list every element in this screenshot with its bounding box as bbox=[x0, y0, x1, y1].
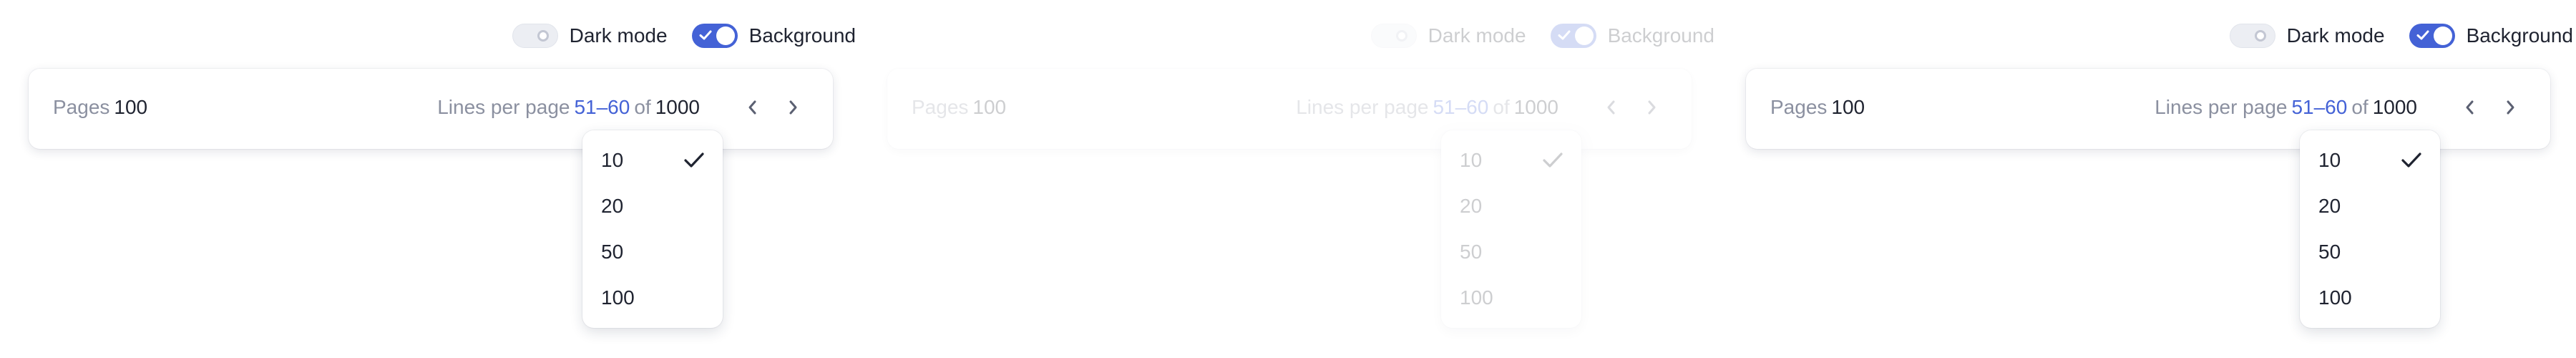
toggle-knob bbox=[2433, 26, 2452, 45]
dark-mode-toggle-group[interactable]: Dark mode bbox=[1370, 24, 1526, 48]
dropdown-option[interactable]: 50 bbox=[2300, 229, 2440, 275]
pages-count: Pages 100 bbox=[1770, 96, 1865, 119]
option-label: 10 bbox=[1460, 149, 1483, 171]
page-range: 51–60 bbox=[574, 96, 630, 118]
chevron-left-icon bbox=[2466, 100, 2474, 115]
option-label: 50 bbox=[601, 241, 624, 263]
dropdown-option[interactable]: 10 bbox=[582, 137, 723, 183]
dark-mode-label: Dark mode bbox=[569, 24, 668, 47]
dropdown-option[interactable]: 10 bbox=[1441, 137, 1581, 183]
option-label: 10 bbox=[2318, 149, 2341, 171]
pages-label: Pages bbox=[53, 96, 110, 118]
dark-mode-toggle-group[interactable]: Dark mode bbox=[512, 24, 668, 48]
pages-value: 100 bbox=[972, 96, 1007, 118]
dark-mode-toggle[interactable] bbox=[1370, 24, 1417, 48]
previous-page-button[interactable] bbox=[2456, 92, 2484, 123]
chevron-right-icon bbox=[789, 100, 797, 115]
dropdown-option[interactable]: 50 bbox=[1441, 229, 1581, 275]
check-icon bbox=[1558, 30, 1571, 40]
option-label: 50 bbox=[2318, 241, 2341, 263]
dropdown-option[interactable]: 100 bbox=[1441, 275, 1581, 321]
toolbar: Dark mode Background bbox=[1347, 23, 1714, 49]
total-count: 1000 bbox=[655, 96, 700, 118]
next-page-button[interactable] bbox=[1637, 92, 1666, 123]
dropdown-option[interactable]: 10 bbox=[2300, 137, 2440, 183]
background-toggle[interactable] bbox=[2409, 24, 2455, 48]
page-range: 51–60 bbox=[2291, 96, 2348, 118]
page-range: 51–60 bbox=[1433, 96, 1489, 118]
toggle-knob bbox=[2254, 30, 2266, 42]
total-count: 1000 bbox=[2372, 96, 2417, 118]
lines-per-page-dropdown: 10 20 50 100 bbox=[1441, 130, 1581, 328]
option-label: 20 bbox=[2318, 195, 2341, 217]
check-icon bbox=[1543, 153, 1563, 168]
pages-count: Pages 100 bbox=[912, 96, 1006, 119]
option-label: 50 bbox=[1460, 241, 1483, 263]
toggle-knob bbox=[1395, 30, 1407, 42]
background-toggle-group[interactable]: Background bbox=[2409, 24, 2573, 48]
dark-mode-label: Dark mode bbox=[2286, 24, 2385, 47]
toggle-knob bbox=[1574, 26, 1594, 45]
pages-label: Pages bbox=[912, 96, 969, 118]
dropdown-option[interactable]: 20 bbox=[2300, 183, 2440, 229]
toggle-knob bbox=[716, 26, 735, 45]
of-label: of bbox=[634, 96, 651, 118]
pages-value: 100 bbox=[114, 96, 148, 118]
pagination-demo-light-copy: Dark mode Background Pages 100 Lines per … bbox=[1717, 0, 2576, 358]
background-label: Background bbox=[1607, 24, 1714, 47]
dropdown-option[interactable]: 100 bbox=[2300, 275, 2440, 321]
check-icon bbox=[684, 153, 704, 168]
dropdown-option[interactable]: 20 bbox=[1441, 183, 1581, 229]
option-label: 10 bbox=[601, 149, 624, 171]
dropdown-option[interactable]: 50 bbox=[582, 229, 723, 275]
toolbar: Dark mode Background bbox=[488, 23, 856, 49]
next-page-button[interactable] bbox=[2496, 92, 2524, 123]
of-label: of bbox=[1493, 96, 1510, 118]
chevron-left-icon bbox=[1607, 100, 1615, 115]
next-page-button[interactable] bbox=[779, 92, 807, 123]
lines-per-page[interactable]: Lines per page 51–60 of 1000 bbox=[437, 96, 700, 119]
check-icon bbox=[2401, 153, 2421, 168]
lines-per-page-label: Lines per page bbox=[437, 96, 570, 118]
pages-label: Pages bbox=[1770, 96, 1828, 118]
background-label: Background bbox=[748, 24, 856, 47]
background-toggle[interactable] bbox=[691, 24, 738, 48]
chevron-right-icon bbox=[1648, 100, 1656, 115]
of-label: of bbox=[2351, 96, 2368, 118]
toggle-knob bbox=[537, 30, 549, 42]
pagination-demo-light: Dark mode Background Pages 100 Lines per … bbox=[0, 0, 859, 358]
lines-per-page[interactable]: Lines per page 51–60 of 1000 bbox=[1296, 96, 1558, 119]
dark-mode-label: Dark mode bbox=[1428, 24, 1526, 47]
total-count: 1000 bbox=[1513, 96, 1558, 118]
previous-page-button[interactable] bbox=[1597, 92, 1626, 123]
option-label: 100 bbox=[601, 286, 635, 309]
option-label: 20 bbox=[1460, 195, 1483, 217]
pagination-demo-faded: Dark mode Background Pages 100 Lines per … bbox=[859, 0, 1717, 358]
dark-mode-toggle[interactable] bbox=[512, 24, 558, 48]
toolbar: Dark mode Background bbox=[2205, 23, 2573, 49]
dropdown-option[interactable]: 20 bbox=[582, 183, 723, 229]
previous-page-button[interactable] bbox=[738, 92, 767, 123]
lines-per-page-label: Lines per page bbox=[1296, 96, 1429, 118]
pages-count: Pages 100 bbox=[53, 96, 147, 119]
background-label: Background bbox=[2466, 24, 2573, 47]
lines-per-page-dropdown: 10 20 50 100 bbox=[582, 130, 723, 328]
dropdown-option[interactable]: 100 bbox=[582, 275, 723, 321]
lines-per-page-dropdown: 10 20 50 100 bbox=[2300, 130, 2440, 328]
dark-mode-toggle-group[interactable]: Dark mode bbox=[2229, 24, 2385, 48]
chevron-right-icon bbox=[2507, 100, 2514, 115]
check-icon bbox=[699, 30, 712, 40]
option-label: 20 bbox=[601, 195, 624, 217]
chevron-left-icon bbox=[748, 100, 756, 115]
option-label: 100 bbox=[1460, 286, 1493, 309]
pages-value: 100 bbox=[1831, 96, 1865, 118]
lines-per-page-label: Lines per page bbox=[2155, 96, 2288, 118]
option-label: 100 bbox=[2318, 286, 2352, 309]
background-toggle-group[interactable]: Background bbox=[1550, 24, 1714, 48]
background-toggle[interactable] bbox=[1550, 24, 1596, 48]
background-toggle-group[interactable]: Background bbox=[691, 24, 856, 48]
dark-mode-toggle[interactable] bbox=[2229, 24, 2275, 48]
check-icon bbox=[2416, 30, 2429, 40]
lines-per-page[interactable]: Lines per page 51–60 of 1000 bbox=[2155, 96, 2417, 119]
